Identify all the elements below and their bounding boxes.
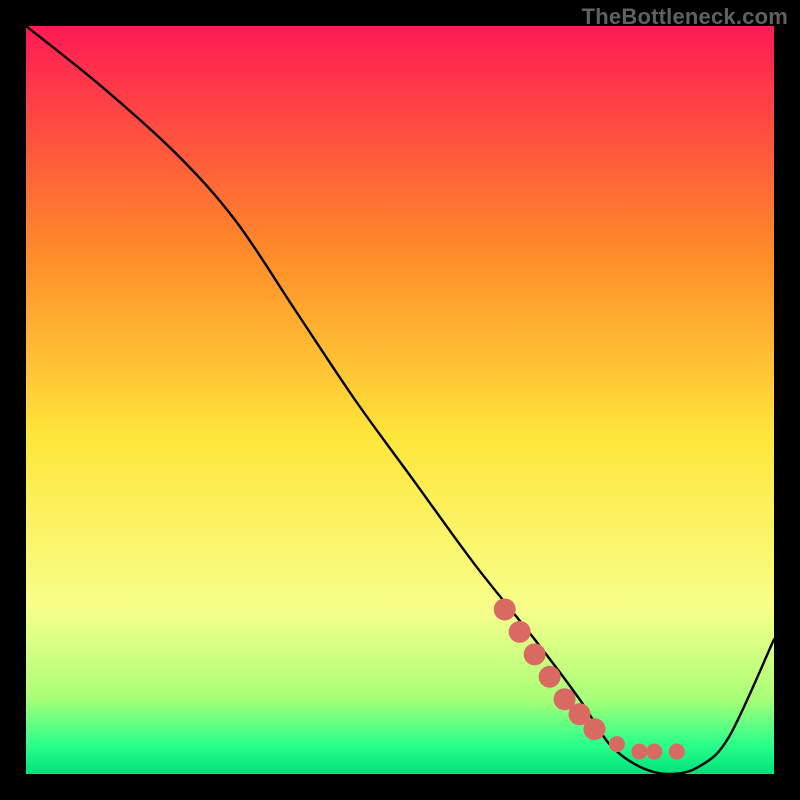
optimal-dot bbox=[524, 643, 546, 665]
chart-stage: TheBottleneck.com bbox=[0, 0, 800, 800]
optimal-dot bbox=[631, 744, 647, 760]
optimal-dot bbox=[609, 736, 625, 752]
attribution-label: TheBottleneck.com bbox=[582, 4, 788, 30]
optimal-dot bbox=[583, 718, 605, 740]
optimal-dot bbox=[669, 744, 685, 760]
bottleneck-chart bbox=[26, 26, 774, 774]
gradient-background bbox=[26, 26, 774, 774]
optimal-dot bbox=[494, 598, 516, 620]
optimal-dot bbox=[646, 744, 662, 760]
optimal-dot bbox=[509, 621, 531, 643]
optimal-dot bbox=[539, 666, 561, 688]
